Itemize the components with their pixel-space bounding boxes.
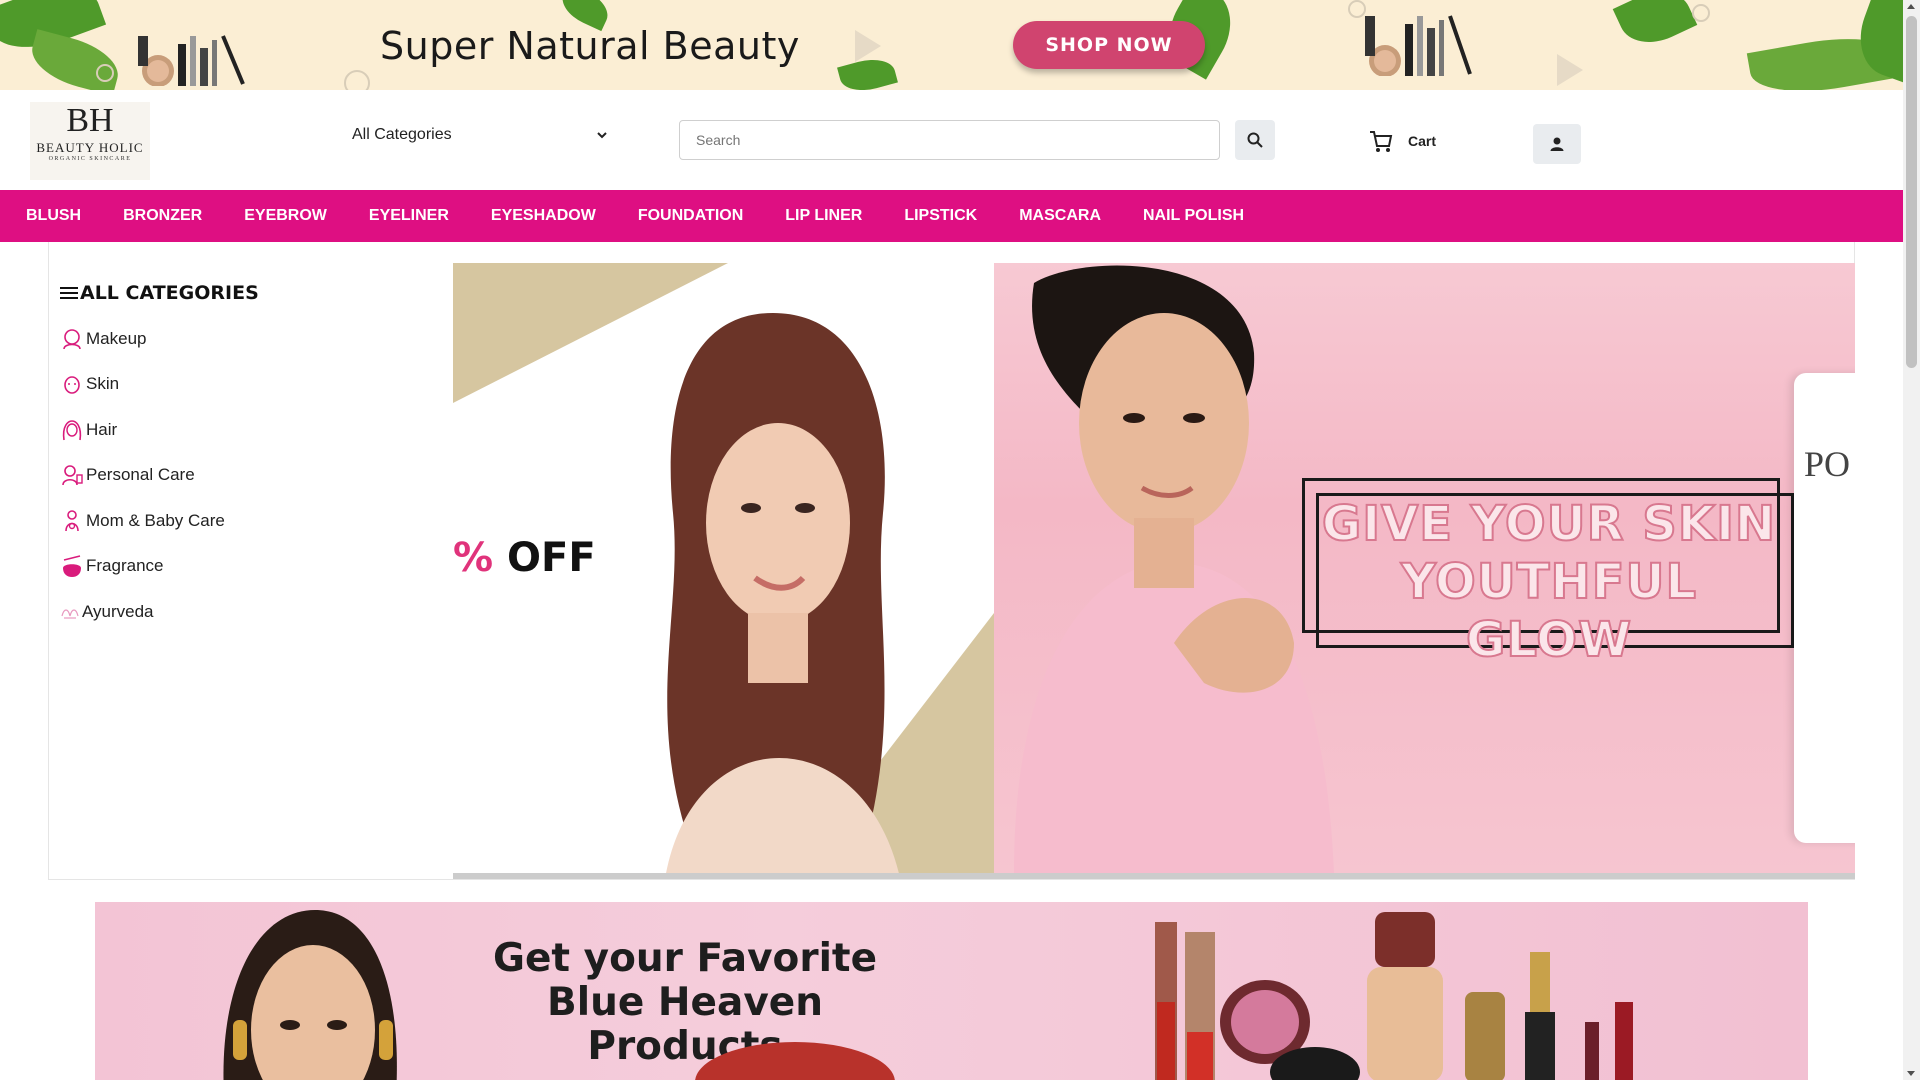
hair-icon — [62, 419, 82, 440]
model-image — [666, 313, 899, 873]
sidebar-item-label: Fragrance — [86, 556, 164, 576]
leaf-decoration — [1612, 0, 1698, 55]
scroll-down-icon[interactable] — [1907, 1071, 1915, 1076]
circle-decoration — [1692, 4, 1710, 22]
shop-now-button[interactable]: SHOP NOW — [1013, 21, 1205, 69]
page-scrollbar[interactable] — [1903, 0, 1920, 1080]
personal-care-icon — [62, 465, 83, 486]
hero-slide-glow[interactable]: GIVE YOUR SKIN YOUTHFUL GLOW PO — [994, 263, 1855, 873]
category-sidebar: ALL CATEGORIES Makeup Skin Hair Personal… — [60, 282, 440, 635]
cart-icon — [1370, 131, 1393, 152]
logo-name: BEAUTY HOLIC — [36, 140, 144, 155]
scroll-up-icon[interactable] — [1907, 4, 1915, 9]
nav-item-eyebrow[interactable]: EYEBROW — [244, 207, 327, 225]
sidebar-title: ALL CATEGORIES — [80, 282, 259, 304]
sidebar-item-label: Personal Care — [86, 465, 195, 485]
promo-banner[interactable]: Super Natural Beauty SHOP NOW — [0, 0, 1903, 90]
hero-slide-discount[interactable]: % OFF — [453, 263, 994, 873]
discount-off-text: OFF — [507, 535, 596, 581]
sidebar-item-mom-baby-care[interactable]: Mom & Baby Care — [60, 498, 440, 544]
sidebar-item-label: Ayurveda — [82, 601, 154, 621]
nav-item-mascara[interactable]: MASCARA — [1019, 207, 1101, 225]
logo-monogram: BH — [66, 102, 114, 139]
nav-item-eyeshadow[interactable]: EYESHADOW — [491, 207, 596, 225]
category-select[interactable]: All Categories — [352, 120, 608, 150]
nav-item-foundation[interactable]: FOUNDATION — [638, 207, 743, 225]
account-button[interactable] — [1533, 124, 1581, 164]
makeup-icon — [63, 328, 81, 349]
category-select-value: All Categories — [352, 126, 452, 143]
sidebar-item-label: Makeup — [86, 328, 147, 348]
hero-headline: GIVE YOUR SKIN YOUTHFUL GLOW — [1321, 495, 1777, 669]
sidebar-item-hair[interactable]: Hair — [60, 407, 440, 453]
category-nav: BLUSH BRONZER EYEBROW EYELINER EYESHADOW… — [0, 190, 1903, 242]
sidebar-item-makeup[interactable]: Makeup — [60, 316, 440, 362]
sidebar-item-label: Mom & Baby Care — [86, 510, 225, 530]
search-button[interactable] — [1235, 120, 1275, 160]
sidebar-item-skin[interactable]: Skin — [60, 362, 440, 408]
products-image — [695, 1042, 895, 1080]
blue-heaven-banner[interactable]: Get your Favorite Blue Heaven Products — [95, 902, 1808, 1080]
cart-link[interactable]: Cart — [1368, 128, 1436, 154]
discount-percent-text: % — [453, 535, 494, 581]
makeup-kit-image — [1365, 15, 1472, 76]
sidebar-item-label: Skin — [86, 374, 120, 394]
leaf-decoration — [25, 29, 125, 90]
ayurveda-icon — [61, 609, 79, 619]
model-image — [223, 910, 397, 1080]
chevron-down-icon — [597, 132, 607, 139]
fragrance-icon — [63, 555, 81, 578]
circle-decoration — [344, 70, 370, 90]
carousel-progress-bar — [453, 873, 1855, 879]
nav-item-bronzer[interactable]: BRONZER — [123, 207, 202, 225]
search-input[interactable] — [679, 120, 1220, 160]
product-brand-text: PO — [1804, 444, 1851, 484]
menu-icon — [60, 287, 78, 299]
promo-title: Super Natural Beauty — [380, 24, 800, 68]
sidebar-item-label: Hair — [86, 419, 118, 439]
cart-label: Cart — [1408, 133, 1437, 149]
logo-tagline: ORGANIC SKINCARE — [48, 156, 132, 162]
nav-item-lipstick[interactable]: LIPSTICK — [904, 207, 977, 225]
nav-item-nail-polish[interactable]: NAIL POLISH — [1143, 207, 1244, 225]
sidebar-item-personal-care[interactable]: Personal Care — [60, 453, 440, 499]
user-icon — [1550, 137, 1564, 151]
mom-baby-icon — [65, 509, 79, 531]
nav-item-lip-liner[interactable]: LIP LINER — [785, 207, 862, 225]
brand-logo[interactable]: BH BEAUTY HOLIC ORGANIC SKINCARE — [30, 102, 150, 180]
nav-item-eyeliner[interactable]: EYELINER — [369, 207, 449, 225]
nav-item-blush[interactable]: BLUSH — [26, 207, 81, 225]
site-header: BH BEAUTY HOLIC ORGANIC SKINCARE All Cat… — [0, 90, 1903, 190]
circle-decoration — [96, 64, 114, 82]
search-icon — [1247, 132, 1263, 148]
triangle-decoration — [855, 30, 881, 62]
makeup-kit-image — [138, 35, 245, 86]
sidebar-header: ALL CATEGORIES — [60, 282, 440, 304]
skin-icon — [64, 376, 80, 395]
sidebar-item-ayurveda[interactable]: Ayurveda — [60, 589, 440, 635]
scrollbar-thumb[interactable] — [1906, 16, 1917, 368]
sidebar-item-fragrance[interactable]: Fragrance — [60, 544, 440, 590]
cosmetics-products-image — [1155, 912, 1633, 1080]
discount-text: % OFF — [453, 535, 596, 581]
triangle-decoration — [1557, 54, 1583, 86]
